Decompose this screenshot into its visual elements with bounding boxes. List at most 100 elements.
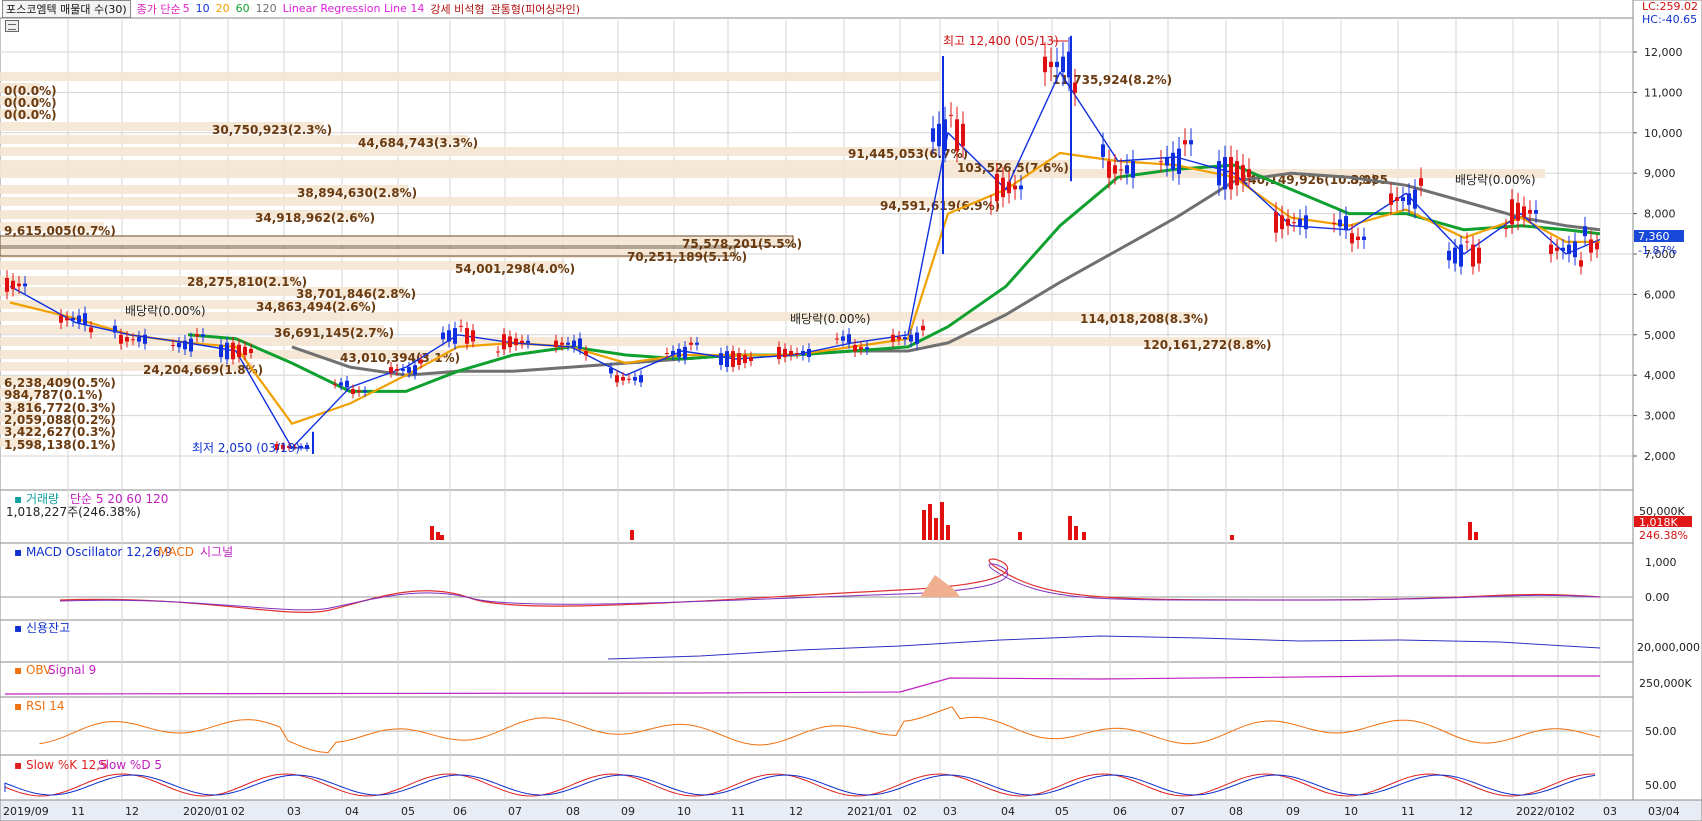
volume-bar (940, 502, 944, 540)
date-tick-label: 09 (1286, 805, 1300, 818)
candle-body (1561, 247, 1565, 251)
candle-body (11, 280, 15, 290)
volume-bar (1474, 532, 1478, 540)
volume-profile-label: 28,275,810(2.1%) (187, 275, 307, 289)
candle-body (1229, 157, 1233, 190)
volume-panel-label: ▪ 거래량 (14, 492, 59, 506)
candle-body (5, 277, 9, 292)
date-tick-label: 08 (1229, 805, 1243, 818)
volume-profile-label: 34,863,494(2.6%) (256, 300, 376, 314)
candle-body (1183, 140, 1187, 145)
candle-body (131, 339, 135, 341)
date-tick-label: 07 (1171, 805, 1185, 818)
volume-profile-label: 38,701,846(2.8%) (296, 287, 416, 301)
volume-profile-label: 75,578,201(5.5%) (682, 237, 802, 251)
date-tick-label: 10 (677, 805, 691, 818)
candle-body (777, 346, 781, 360)
volume-profile-label: 91,445,053(6.7%) (848, 147, 968, 161)
candle-body (465, 328, 469, 344)
candle-body (1101, 144, 1105, 157)
candle-body (560, 342, 564, 345)
ma-period-20[interactable]: 20 (216, 2, 230, 15)
candle-body (1573, 241, 1577, 258)
candle-body (931, 128, 935, 142)
ma-period-5[interactable]: 5 (183, 2, 190, 15)
ma-period-10[interactable]: 10 (196, 2, 210, 15)
candle-body (1419, 178, 1423, 186)
candle-body (1171, 152, 1175, 170)
date-tick-label: 08 (566, 805, 580, 818)
linear-regression-label[interactable]: Linear Regression Line 14 (283, 2, 425, 15)
stoch-d-label: Slow %D 5 (98, 758, 162, 772)
candle-body (1304, 215, 1308, 230)
rsi-tick: 50.00 (1645, 725, 1677, 738)
date-tick-label: 03 (1603, 805, 1617, 818)
candle-body (1241, 165, 1245, 182)
candle-body (955, 119, 959, 151)
date-tick-label: 12 (1459, 805, 1473, 818)
volume-profile-label: 0(0.0%) (4, 108, 57, 122)
volume-bar (1018, 532, 1022, 540)
candle-body (695, 342, 699, 345)
candle-body (633, 376, 637, 381)
volume-bar (1468, 522, 1472, 540)
candle-body (1049, 61, 1053, 68)
ma-period-60[interactable]: 60 (236, 2, 250, 15)
volume-profile-bar (0, 236, 793, 245)
chart-title-button[interactable]: 포스코엠텍 매물대 수(30) (2, 0, 131, 18)
macd-signal-label: 시그널 (200, 545, 233, 559)
candle-body (671, 350, 675, 356)
candle-body (171, 345, 175, 347)
volume-profile-label: 120,161,272(8.8%) (1143, 338, 1272, 352)
candle-body (1280, 215, 1284, 230)
volume-profile-label: 1,598,138(0.1%) (4, 438, 116, 452)
candle-body (1019, 185, 1023, 190)
pattern-bullish-label[interactable]: 강세 비석형 (430, 1, 484, 17)
candle-body (847, 334, 851, 343)
candle-body (1007, 181, 1011, 194)
date-tick-label: 03 (287, 805, 301, 818)
candle-body (572, 340, 576, 347)
chart-settings-icon[interactable] (5, 20, 19, 32)
candle-body (1217, 161, 1221, 186)
date-tick-label: 2021/01 (847, 805, 893, 818)
candle-body (1504, 227, 1508, 229)
volume-value: 1,018,227주(246.38%) (6, 505, 141, 519)
candle-body (520, 340, 524, 343)
volume-bar (430, 526, 434, 540)
candle-body (1043, 56, 1047, 73)
volume-profile-label: 38,894,630(2.8%) (297, 186, 417, 200)
pattern-piercing-label[interactable]: 관통형(피어싱라인) (491, 1, 581, 17)
candle-body (83, 313, 87, 326)
candle-body (17, 283, 21, 287)
panel-frame (0, 754, 1634, 801)
candle-body (77, 315, 81, 323)
candle-body (989, 204, 993, 206)
volume-profile-label: 54,001,298(4.0%) (455, 262, 575, 276)
volume-profile-label: 9,615,005(0.7%) (4, 224, 116, 238)
candle-body (1522, 206, 1526, 218)
dividend-annotation: 배당락(0.00%) (125, 304, 206, 318)
date-tick-label: 2022/01 (1516, 805, 1562, 818)
date-tick-label: 02 (903, 805, 917, 818)
candle-body (183, 340, 187, 350)
date-tick-label: 02 (1561, 805, 1575, 818)
price-tick-label: 2,000 (1644, 450, 1676, 463)
panel-frame (0, 619, 1634, 663)
candle-body (639, 375, 643, 383)
volume-profile-label: 114,018,208(8.3%) (1080, 312, 1209, 326)
high-annotation: 최고 12,400 (05/13) (943, 34, 1059, 48)
candle-body (731, 351, 735, 367)
candle-body (1362, 236, 1366, 240)
macd-label: MACD (158, 545, 194, 559)
date-tick-label: 07 (508, 805, 522, 818)
rsi-panel-label: ▪ RSI 14 (14, 699, 65, 713)
candle-body (578, 338, 582, 350)
ma-label[interactable]: 종가 단순 (137, 1, 181, 17)
candle-body (683, 346, 687, 360)
candle-body (835, 338, 839, 340)
ma-period-120[interactable]: 120 (256, 2, 277, 15)
candle-body (909, 334, 913, 342)
candle-body (737, 353, 741, 365)
candle-body (1119, 169, 1123, 171)
